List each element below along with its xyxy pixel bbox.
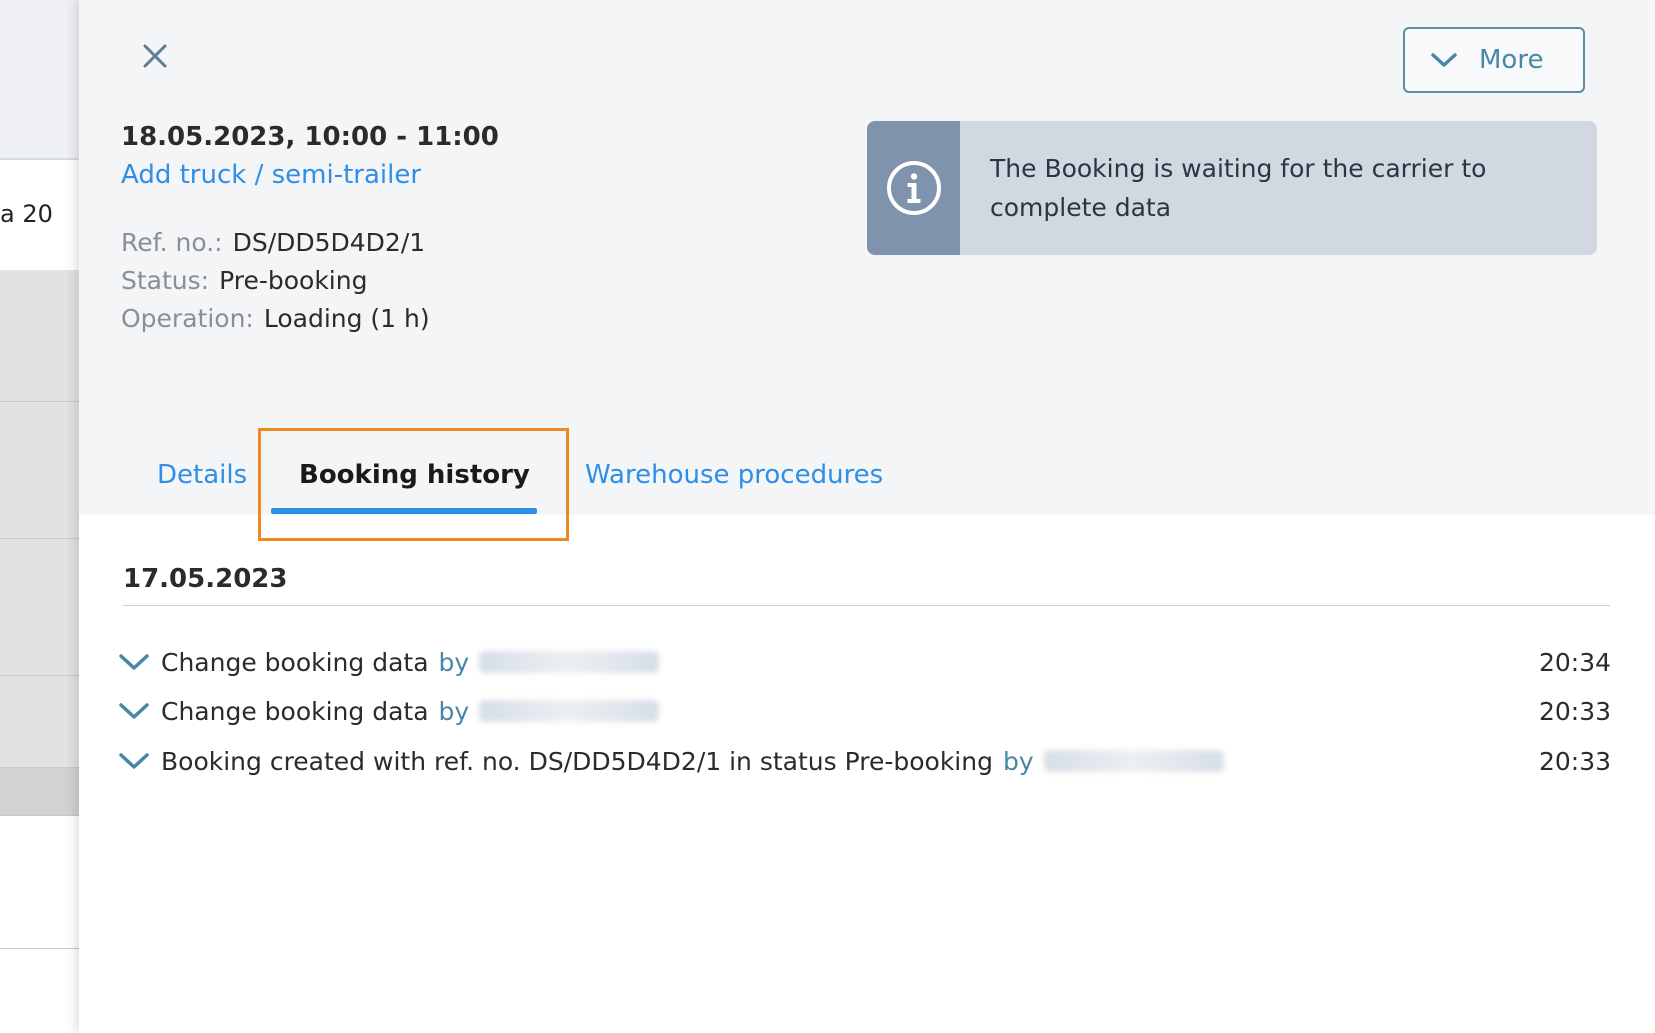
expand-chevron-icon[interactable] [117, 651, 151, 673]
close-icon [143, 44, 167, 68]
history-entry-by: by [438, 696, 470, 726]
history-entry-time: 20:33 [1538, 746, 1611, 776]
ref-no-label: Ref. no.: [121, 228, 223, 257]
background-cell-text: a 20 [0, 200, 53, 228]
expand-chevron-icon[interactable] [117, 750, 151, 772]
panel-header: More 18.05.2023, 10:00 - 11:00 Add truck… [79, 0, 1655, 515]
background-row [0, 402, 80, 539]
history-divider [123, 605, 1610, 606]
close-button[interactable] [133, 34, 177, 78]
background-divider [0, 948, 80, 949]
info-icon-container [867, 121, 960, 255]
info-icon [886, 161, 941, 215]
operation-value: Loading (1 h) [263, 304, 430, 333]
history-entry-time: 20:34 [1538, 647, 1611, 677]
expand-chevron-icon[interactable] [117, 700, 151, 722]
history-entry-text: Change booking data [161, 647, 429, 677]
booking-detail-panel: More 18.05.2023, 10:00 - 11:00 Add truck… [79, 0, 1655, 1033]
background-row [0, 768, 80, 816]
blurred-user-name [1043, 750, 1224, 772]
history-entry: Change booking data by 20:34 [117, 642, 1611, 682]
blurred-user-name [479, 651, 660, 673]
ref-no-value: DS/DD5D4D2/1 [232, 228, 426, 257]
ref-no-row: Ref. no.: DS/DD5D4D2/1 [121, 228, 425, 257]
tab-details[interactable]: Details [157, 460, 247, 490]
status-value: Pre-booking [219, 266, 368, 295]
history-date-heading: 17.05.2023 [123, 564, 288, 594]
tab-booking-history[interactable]: Booking history [299, 460, 530, 490]
history-entry-text: Booking created with ref. no. DS/DD5D4D2… [161, 746, 993, 776]
operation-label: Operation: [121, 304, 254, 333]
add-truck-link[interactable]: Add truck / semi-trailer [121, 160, 421, 190]
history-entry: Booking created with ref. no. DS/DD5D4D2… [117, 741, 1611, 781]
background-row [0, 539, 80, 676]
background-page: a 20 [0, 0, 80, 1033]
history-entry-time: 20:33 [1538, 696, 1611, 726]
more-button-label: More [1479, 45, 1544, 75]
history-entry: Change booking data by 20:33 [117, 691, 1611, 731]
blurred-user-name [479, 700, 660, 722]
info-banner: The Booking is waiting for the carrier t… [867, 121, 1597, 255]
tab-warehouse-procedures[interactable]: Warehouse procedures [585, 460, 883, 490]
history-entry-text: Change booking data [161, 696, 429, 726]
background-header [0, 0, 80, 160]
active-tab-indicator [271, 508, 537, 514]
background-row [0, 676, 80, 768]
status-label: Status: [121, 266, 210, 295]
operation-row: Operation: Loading (1 h) [121, 304, 430, 333]
status-row: Status: Pre-booking [121, 266, 367, 295]
history-entry-by: by [438, 647, 470, 677]
background-row [0, 270, 80, 402]
chevron-down-icon [1431, 53, 1457, 67]
history-entry-by: by [1002, 746, 1034, 776]
booking-title: 18.05.2023, 10:00 - 11:00 [121, 122, 499, 152]
more-button[interactable]: More [1403, 27, 1585, 93]
info-message: The Booking is waiting for the carrier t… [990, 154, 1487, 222]
